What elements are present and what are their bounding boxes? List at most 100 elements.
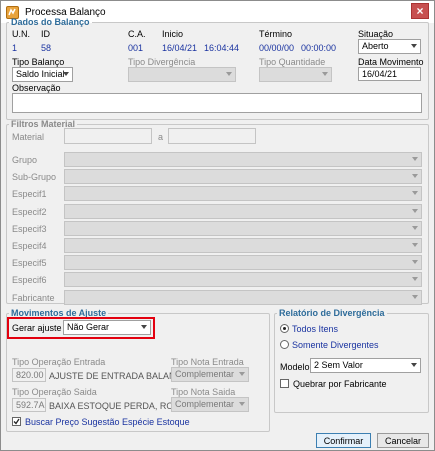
chevron-down-icon — [411, 363, 417, 367]
tipo-nota-entrada-value: Complementar — [175, 369, 235, 379]
filtro-select-especif2[interactable] — [64, 203, 422, 219]
modelo-label: Modelo — [280, 362, 310, 372]
window-title: Processa Balanço — [25, 6, 106, 18]
situacao-label: Situação — [358, 29, 394, 39]
chevron-down-icon — [412, 191, 418, 196]
chevron-down-icon — [226, 72, 232, 76]
chevron-down-icon — [411, 44, 417, 48]
filtro-select-especif4[interactable] — [64, 238, 422, 253]
quebrar-fabricante-checkbox[interactable] — [280, 379, 289, 388]
material-to-input[interactable] — [168, 128, 256, 144]
material-label: Material — [12, 132, 45, 142]
modelo-value: 2 Sem Valor — [314, 360, 363, 370]
buscar-preco-label[interactable]: Buscar Preço Sugestão Espécie Estoque — [25, 417, 190, 427]
chevron-down-icon — [239, 372, 245, 376]
cancelar-button[interactable]: Cancelar — [377, 433, 429, 448]
somente-divergentes-label[interactable]: Somente Divergentes — [292, 340, 379, 350]
todos-itens-label[interactable]: Todos Itens — [292, 324, 338, 334]
tipo-divergencia-select[interactable] — [128, 67, 236, 82]
tipo-nota-saida-value: Complementar — [175, 399, 235, 409]
tipo-quantidade-select[interactable] — [259, 67, 332, 82]
chevron-down-icon — [63, 72, 69, 76]
tipo-op-saida-label: Tipo Operação Saida — [12, 387, 97, 397]
tipo-divergencia-label: Tipo Divergência — [128, 57, 196, 67]
data-movimento-label: Data Movimento — [358, 57, 424, 67]
quebrar-fabricante-label[interactable]: Quebrar por Fabricante — [293, 379, 387, 389]
tipo-nota-saida-select[interactable]: Complementar — [171, 397, 249, 412]
tipo-balanco-label: Tipo Balanço — [12, 57, 65, 67]
tipo-nota-saida-label: Tipo Nota Saida — [171, 387, 236, 397]
id-label: ID — [41, 29, 50, 39]
dados-legend: Dados do Balanço — [11, 17, 90, 27]
chevron-down-icon — [412, 208, 418, 213]
somente-divergentes-radio[interactable] — [280, 340, 289, 349]
chevron-down-icon — [239, 402, 245, 406]
termino-label: Término — [259, 29, 293, 39]
gerar-ajuste-select[interactable]: Não Gerar — [63, 320, 151, 335]
observacao-label: Observação — [12, 83, 61, 93]
tipo-balanco-select[interactable]: Saldo Inicial — [12, 67, 73, 82]
tipo-op-saida-code-text: 592.7A — [16, 400, 45, 410]
inicio-time: 16:04:44 — [204, 43, 240, 53]
tipo-nota-entrada-select[interactable]: Complementar — [171, 367, 249, 382]
inicio-label: Inicio — [162, 29, 184, 39]
filtro-label-sub-grupo: Sub-Grupo — [12, 172, 57, 183]
filtro-label-especif2: Especif2 — [12, 206, 47, 217]
tipo-quantidade-label: Tipo Quantidade — [259, 57, 326, 67]
termino-time: 00:00:00 — [301, 43, 337, 53]
un-value: 1 — [12, 43, 18, 53]
chevron-down-icon — [412, 277, 418, 282]
chevron-down-icon — [412, 260, 418, 265]
filtro-label-grupo: Grupo — [12, 155, 38, 165]
tipo-op-entrada-code-text: 820.00 — [16, 370, 44, 380]
filtro-select-especif3[interactable] — [64, 220, 422, 236]
confirmar-label: Confirmar — [323, 435, 364, 446]
dialog-window: Processa Balanço × Dados do Balanço U.N.… — [0, 0, 435, 451]
filtro-select-especif6[interactable] — [64, 272, 422, 288]
gerar-ajuste-value: Não Gerar — [67, 322, 110, 332]
relatorio-legend: Relatório de Divergência — [279, 308, 385, 318]
tipo-op-saida-code[interactable]: 592.7A — [12, 398, 46, 412]
tipo-op-entrada-desc: AJUSTE DE ENTRADA BALANCO — [49, 371, 190, 381]
filtro-select-especif1[interactable] — [64, 186, 422, 202]
filtro-label-especif3: Especif3 — [12, 223, 47, 234]
chevron-down-icon — [412, 174, 418, 179]
ca-value: 001 — [128, 43, 144, 53]
filtro-select-grupo[interactable] — [64, 152, 422, 167]
confirmar-button[interactable]: Confirmar — [316, 433, 371, 448]
filtro-label-fabricante: Fabricante — [12, 292, 55, 303]
situacao-value: Aberto — [362, 41, 389, 51]
a-label: a — [158, 132, 164, 142]
un-label: U.N. — [12, 29, 30, 39]
filtro-select-especif5[interactable] — [64, 255, 422, 271]
filtro-select-sub-grupo[interactable] — [64, 169, 422, 185]
chevron-down-icon — [412, 225, 418, 230]
observacao-input[interactable] — [12, 93, 422, 113]
data-movimento-value: 16/04/21 — [362, 69, 398, 79]
cancelar-label: Cancelar — [384, 435, 422, 446]
situacao-select[interactable]: Aberto — [358, 39, 421, 54]
modelo-select[interactable]: 2 Sem Valor — [310, 358, 421, 373]
chevron-down-icon — [141, 325, 147, 329]
chevron-down-icon — [412, 294, 418, 299]
checkmark-icon — [13, 418, 20, 425]
inicio-date: 16/04/21 — [162, 43, 198, 53]
chevron-down-icon — [412, 157, 418, 161]
chevron-down-icon — [322, 72, 328, 76]
tipo-nota-entrada-label: Tipo Nota Entrada — [171, 357, 244, 367]
tipo-op-entrada-label: Tipo Operação Entrada — [12, 357, 106, 367]
filtro-label-especif5: Especif5 — [12, 258, 47, 269]
gerar-ajuste-label: Gerar ajuste — [12, 323, 62, 333]
todos-itens-radio[interactable] — [280, 324, 289, 333]
data-movimento-input[interactable]: 16/04/21 — [358, 67, 421, 81]
tipo-balanco-value: Saldo Inicial — [16, 69, 65, 79]
id-value: 58 — [41, 43, 52, 53]
chevron-down-icon — [412, 243, 418, 247]
filtro-label-especif6: Especif6 — [12, 275, 47, 286]
buscar-preco-checkbox[interactable] — [12, 417, 21, 426]
material-from-input[interactable] — [64, 128, 152, 144]
tipo-op-entrada-code[interactable]: 820.00 — [12, 368, 46, 382]
filtro-select-fabricante[interactable] — [64, 289, 422, 305]
filtro-label-especif1: Especif1 — [12, 189, 47, 200]
ca-label: C.A. — [128, 29, 146, 39]
